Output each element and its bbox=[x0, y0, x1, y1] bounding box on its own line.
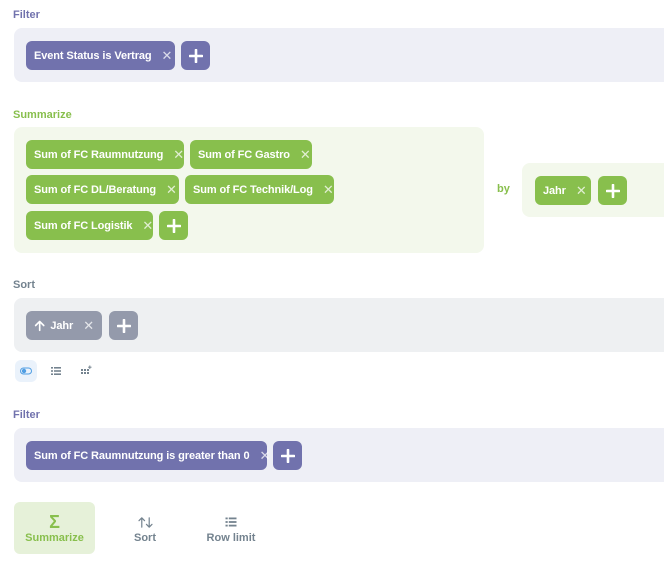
filter-section-label: Filter bbox=[13, 9, 40, 21]
remove-icon[interactable]: ✕ bbox=[162, 48, 173, 64]
metric-label: Sum of FC Logistik bbox=[34, 219, 133, 232]
sort-step-button[interactable]: Sort bbox=[110, 502, 180, 554]
plus-icon bbox=[116, 318, 131, 333]
metric-label: Sum of FC DL/Beratung bbox=[34, 183, 156, 196]
grid-plus-icon bbox=[81, 365, 92, 374]
plus-icon bbox=[166, 218, 181, 233]
list-view-button[interactable] bbox=[45, 360, 67, 382]
filter-pill-label: Sum of FC Raumnutzung is greater than 0 bbox=[34, 449, 250, 462]
plus-icon bbox=[188, 48, 203, 63]
metric-label: Sum of FC Raumnutzung bbox=[34, 148, 164, 161]
metric-pill[interactable]: Sum of FC DL/Beratung ✕ bbox=[26, 175, 179, 204]
add-filter-button[interactable] bbox=[273, 441, 302, 470]
plus-icon bbox=[605, 183, 620, 198]
filter-pill-label: Event Status is Vertrag bbox=[34, 49, 152, 62]
sort-panel: Jahr ✕ bbox=[14, 298, 664, 352]
metric-pill[interactable]: Sum of FC Raumnutzung ✕ bbox=[26, 140, 184, 169]
add-breakout-button[interactable] bbox=[598, 176, 627, 205]
sort-section-label: Sort bbox=[13, 279, 35, 291]
summarize-step-label: Summarize bbox=[25, 532, 84, 544]
plus-icon bbox=[280, 448, 295, 463]
arrow-up-icon bbox=[34, 320, 45, 332]
filter2-section-label: Filter bbox=[13, 409, 40, 421]
sort-step-label: Sort bbox=[134, 532, 156, 544]
filter-pill[interactable]: Sum of FC Raumnutzung is greater than 0 … bbox=[26, 441, 270, 470]
filter-panel: Event Status is Vertrag ✕ bbox=[14, 28, 664, 82]
remove-icon[interactable]: ✕ bbox=[576, 183, 587, 199]
metric-label: Sum of FC Gastro bbox=[198, 148, 290, 161]
add-column-button[interactable] bbox=[75, 360, 97, 382]
add-sort-button[interactable] bbox=[109, 311, 138, 340]
sort-arrows-icon bbox=[137, 512, 153, 532]
remove-icon[interactable]: ✕ bbox=[260, 448, 271, 464]
preview-toggle-button[interactable] bbox=[15, 360, 37, 382]
list-icon bbox=[225, 512, 237, 532]
row-limit-step-label: Row limit bbox=[206, 532, 256, 544]
add-metric-button[interactable] bbox=[159, 211, 188, 240]
summarize-section-label: Summarize bbox=[13, 109, 72, 121]
metrics-panel: Sum of FC Raumnutzung ✕ Sum of FC Gastro… bbox=[14, 127, 484, 253]
add-filter-button[interactable] bbox=[181, 41, 210, 70]
summarize-step-button[interactable]: Σ Summarize bbox=[14, 502, 95, 554]
filter-pill[interactable]: Event Status is Vertrag ✕ bbox=[26, 41, 175, 70]
remove-icon[interactable]: ✕ bbox=[173, 147, 184, 163]
by-label: by bbox=[497, 183, 510, 195]
filter2-panel: Sum of FC Raumnutzung is greater than 0 … bbox=[14, 428, 664, 482]
row-limit-step-button[interactable]: Row limit bbox=[198, 502, 264, 554]
remove-icon[interactable]: ✕ bbox=[83, 318, 94, 334]
metric-pill[interactable]: Sum of FC Logistik ✕ bbox=[26, 211, 153, 240]
metric-pill[interactable]: Sum of FC Technik/Log ✕ bbox=[185, 175, 334, 204]
sigma-icon: Σ bbox=[49, 511, 60, 532]
toggle-icon bbox=[20, 367, 32, 375]
remove-icon[interactable]: ✕ bbox=[300, 147, 311, 163]
sort-pill-label: Jahr bbox=[50, 319, 74, 332]
metric-pill[interactable]: Sum of FC Gastro ✕ bbox=[190, 140, 312, 169]
remove-icon[interactable]: ✕ bbox=[142, 218, 153, 234]
metric-label: Sum of FC Technik/Log bbox=[193, 183, 313, 196]
remove-icon[interactable]: ✕ bbox=[323, 182, 334, 198]
breakout-panel: Jahr ✕ bbox=[522, 163, 664, 217]
breakout-label: Jahr bbox=[543, 184, 566, 197]
breakout-pill[interactable]: Jahr ✕ bbox=[535, 176, 591, 205]
list-icon bbox=[51, 367, 61, 375]
sort-pill[interactable]: Jahr ✕ bbox=[26, 311, 102, 340]
remove-icon[interactable]: ✕ bbox=[166, 182, 177, 198]
